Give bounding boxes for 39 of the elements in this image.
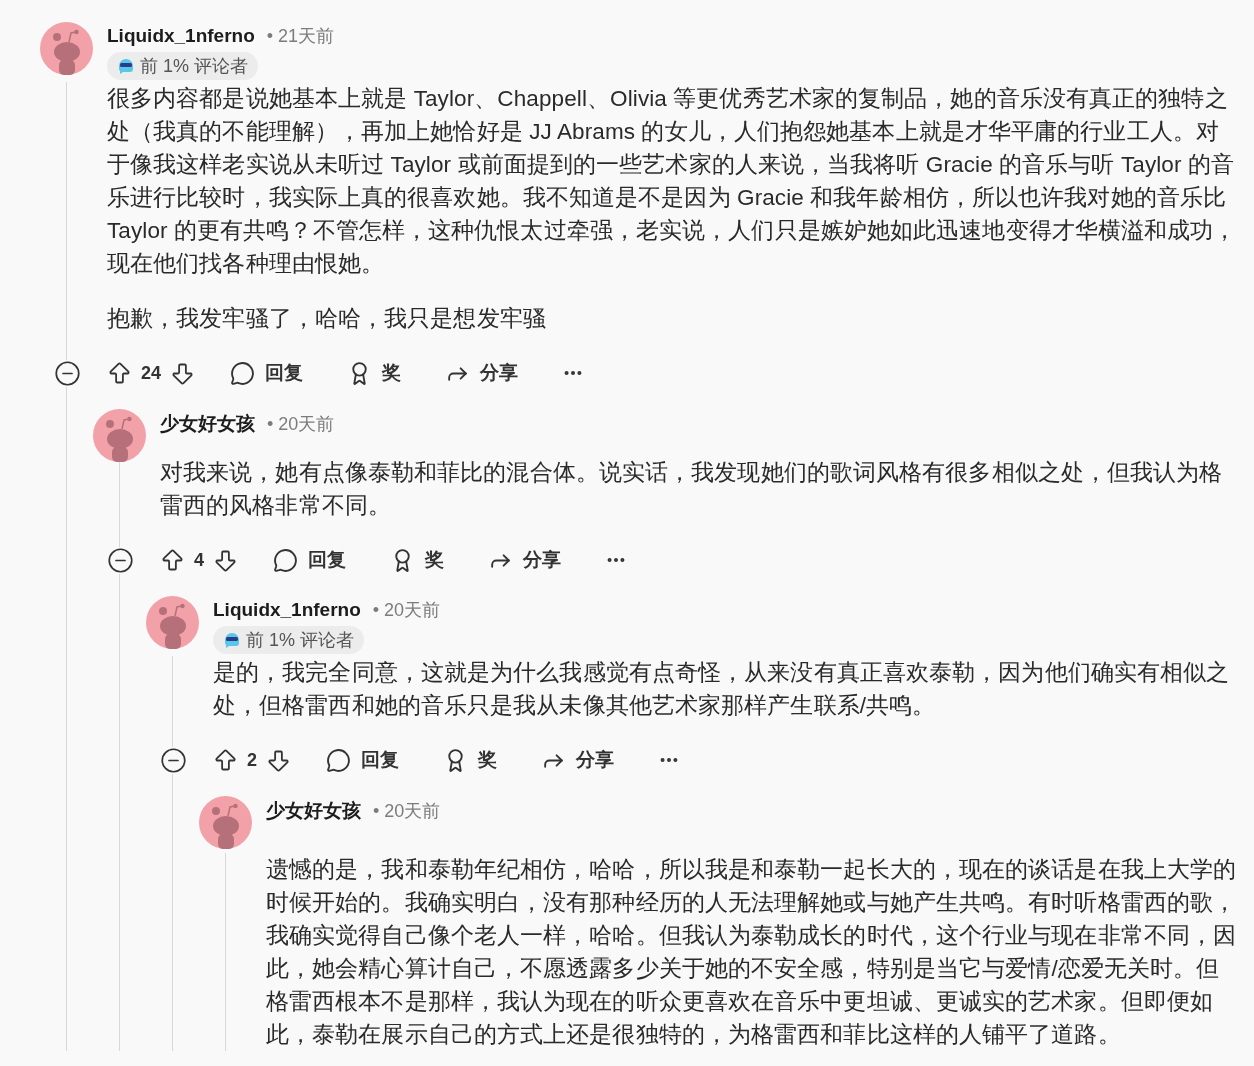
avatar-icon[interactable]	[146, 596, 199, 649]
commenter-badge: 前 1% 评论者	[213, 626, 365, 654]
commenter-badge-icon	[223, 631, 241, 649]
collapse-icon[interactable]	[160, 746, 187, 774]
collapse-icon[interactable]	[54, 359, 81, 387]
comment-text: 很多内容都是说她基本上就是 Taylor、Chappell、Olivia 等更优秀艺术家的复制品，她的音乐没有真正的独特之处（我真的不能理解），再加上她恰好是 JJ Abrams 的女儿，人们抱怨她基本上就是才华平庸的行业工人。对于像我这样老实说从未听过 Taylor 或前面提到的一些艺术家的人来说，当我将听 Gracie 的音乐与听 Taylor 的音乐进行比较时，我实际上真的很喜欢她。我不知道是不是因为 Gracie 和我年龄相仿，所以也许我对她的音乐比 Taylor 的更有共鸣？不管怎样，这种仇恨太过牵强，老实说，人们只是嫉妒她如此迅速地变得才华横溢和成功，现在他们找各种理由恨她。	[107, 85, 1238, 278]
comment-icon	[230, 360, 256, 386]
comment-time: • 20天前	[373, 800, 441, 823]
avatar-icon[interactable]	[40, 22, 93, 75]
vote-count: 2	[247, 749, 257, 771]
reply-button[interactable]: 回复	[273, 547, 346, 573]
comment-icon	[273, 547, 298, 573]
reply-button[interactable]: 回复	[230, 360, 304, 386]
vote-count: 24	[141, 362, 162, 384]
avatar-icon[interactable]	[199, 796, 252, 849]
comment-time: • 21天前	[266, 25, 335, 48]
comment-text: 抱歉，我发牢骚了，哈哈，我只是想发牢骚	[107, 305, 547, 333]
comment-time: • 20天前	[267, 413, 335, 436]
commenter-badge: 前 1% 评论者	[107, 52, 259, 80]
avatar-icon[interactable]	[93, 409, 146, 462]
author-name[interactable]: 少女好女孩	[160, 411, 255, 437]
award-button[interactable]: 奖	[347, 360, 402, 386]
author-name[interactable]: 少女好女孩	[266, 798, 361, 824]
share-button[interactable]: 分享	[488, 547, 561, 573]
author-name[interactable]: Liquidx_1nferno	[107, 25, 255, 47]
author-name[interactable]: Liquidx_1nferno	[213, 599, 361, 621]
comment-text: 遗憾的是，我和泰勒年纪相仿，哈哈，所以我是和泰勒一起长大的，现在的谈话是在我上大学的时候开始的。我确实明白，没有那种经历的人无法理解她或与她产生共鸣。有时听格雷西的歌，我确实觉得自己像个老人一样，哈哈。但我认为泰勒成长的时代，这个行业与现在非常不同，因此，她会精心算计自己，不愿透露多少关于她的不安全感，特别是当它与爱情/恋爱无关时。但格雷西根本不是那样，我认为现在的听众更喜欢在音乐中更坦诚、更诚实的艺术家。但即便如此，泰勒在展示自己的方式上还是很独特的，为格雷西和菲比这样的人铺平了道路。	[266, 856, 1238, 1049]
commenter-badge-icon	[117, 57, 135, 75]
award-button[interactable]: 奖	[390, 547, 444, 573]
vote-count: 4	[194, 549, 204, 571]
reply-button[interactable]: 回复	[326, 747, 399, 773]
comment-text: 是的，我完全同意，这就是为什么我感觉有点奇怪，从来没有真正喜欢泰勒，因为他们确实有相似之处，但格雷西和她的音乐只是我从未像其他艺术家那样产生联系/共鸣。	[213, 659, 1231, 720]
share-button[interactable]: 分享	[541, 747, 614, 773]
comment-time: • 20天前	[372, 599, 441, 622]
comment-text: 对我来说，她有点像泰勒和菲比的混合体。说实话，我发现她们的歌词风格有很多相似之处，但我认为格雷西的风格非常不同。	[160, 459, 1224, 520]
collapse-icon[interactable]	[107, 546, 134, 574]
share-button[interactable]: 分享	[445, 360, 519, 386]
award-button[interactable]: 奖	[443, 747, 497, 773]
comment-icon	[326, 747, 351, 773]
